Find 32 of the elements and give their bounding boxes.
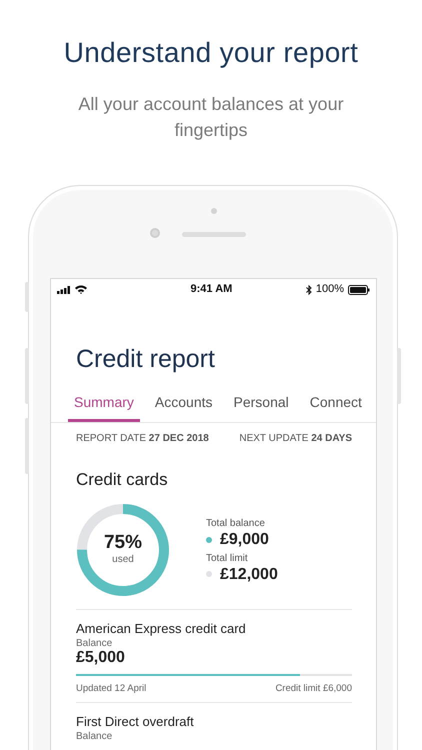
total-label: Total limit	[206, 552, 249, 566]
usage-caption: used	[111, 552, 135, 567]
total-amount: £9,000	[220, 531, 269, 549]
tab[interactable]: Personal	[228, 388, 295, 422]
total-amount: £12,000	[220, 566, 278, 584]
updated-date: Updated 12 April	[76, 682, 146, 696]
usage-percent: 75%	[104, 532, 142, 552]
page-subtitle: All your account balances at your fingertips	[77, 92, 345, 142]
screen-title: Credit report	[76, 344, 216, 375]
wifi-icon	[75, 285, 87, 294]
speaker-icon	[182, 232, 246, 237]
tab[interactable]: Connect	[304, 388, 368, 422]
sensor-icon	[211, 208, 217, 214]
balance-label: Balance	[76, 731, 114, 742]
balance-amount: £5,000	[76, 649, 126, 667]
status-time: 9:41 AM	[190, 282, 232, 298]
account-name: American Express credit card	[76, 620, 247, 638]
battery-icon	[348, 284, 370, 295]
next-update: NEXT UPDATE 24 DAYS	[239, 432, 352, 446]
bluetooth-icon	[306, 284, 312, 295]
camera-icon	[150, 228, 160, 238]
total-label: Total balance	[206, 517, 266, 531]
battery-percent: 100%	[316, 282, 344, 298]
section-title: Credit cards	[76, 469, 169, 492]
page-title: Understand your report	[62, 36, 360, 70]
report-date: REPORT DATE 27 DEC 2018	[76, 432, 209, 446]
tab[interactable]: Summary	[68, 388, 140, 422]
balance-label: Balance	[76, 638, 114, 650]
account-name: First Direct overdraft	[76, 712, 195, 731]
signal-icon	[57, 286, 71, 294]
credit-limit: Credit limit £6,000	[275, 682, 352, 696]
tab[interactable]: Accounts	[148, 388, 218, 422]
